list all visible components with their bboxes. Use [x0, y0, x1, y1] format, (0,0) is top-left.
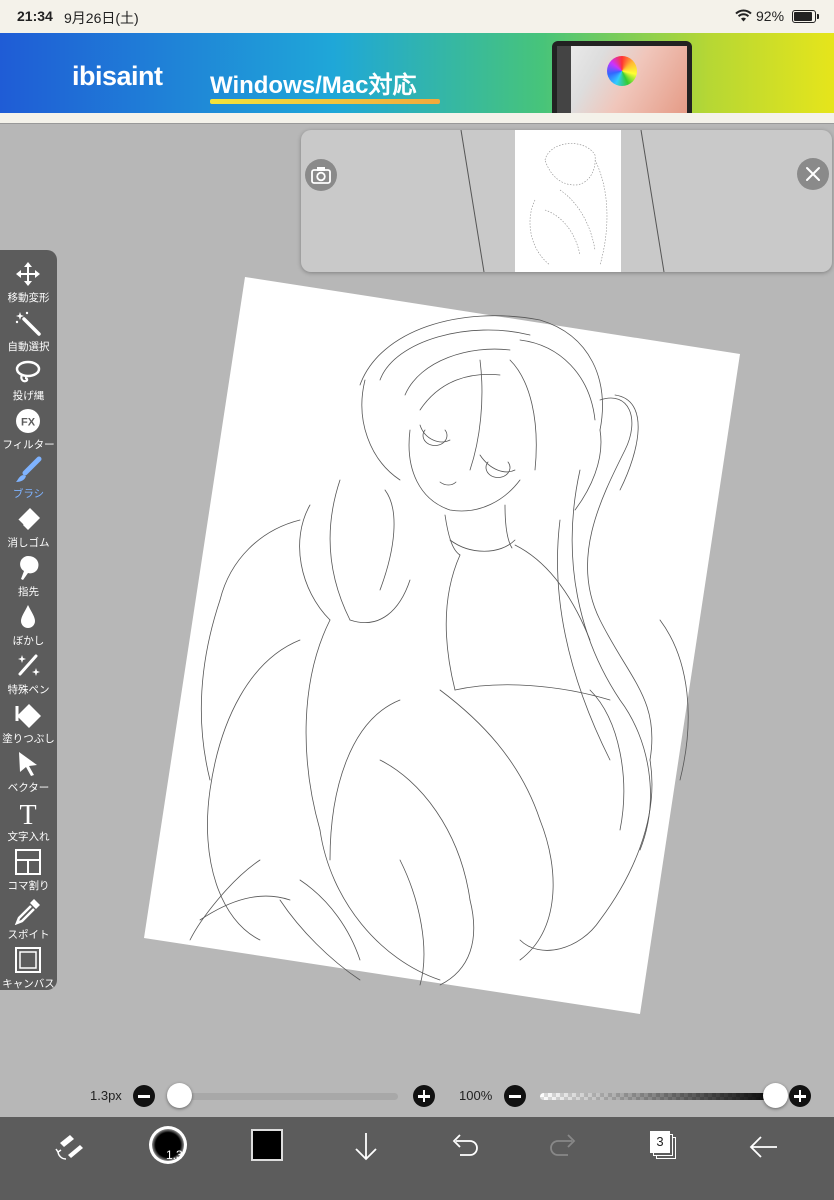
reference-camera-button[interactable]	[305, 159, 337, 191]
layer-count: 3	[650, 1131, 670, 1153]
back-arrow-icon[interactable]	[745, 1129, 781, 1165]
text-icon: T	[19, 800, 36, 827]
brush-size-decrease-button[interactable]	[133, 1085, 155, 1107]
tool-label: 特殊ペン	[7, 684, 50, 696]
redo-icon[interactable]	[546, 1129, 582, 1165]
tool-label: フィルター	[2, 439, 55, 451]
finger-icon	[20, 556, 39, 580]
tool-blur[interactable]: ぼかし	[0, 601, 57, 650]
bottom-toolbar: 1.3 3	[0, 1117, 834, 1200]
opacity-slider[interactable]	[540, 1093, 780, 1100]
brush-size-slider-knob[interactable]	[167, 1083, 192, 1108]
brush-icon	[16, 456, 42, 482]
tool-label: 塗りつぶし	[2, 733, 55, 745]
tool-magic-wand[interactable]: 自動選択	[0, 307, 57, 356]
camera-icon	[311, 167, 331, 184]
tool-label: 投げ縄	[12, 390, 45, 402]
move-arrows-icon	[16, 262, 40, 286]
close-icon	[806, 167, 820, 181]
tool-brush[interactable]: ブラシ	[0, 454, 57, 503]
tool-move[interactable]: 移動変形	[0, 258, 57, 307]
tool-label: ベクター	[7, 782, 50, 794]
eyedropper-icon	[14, 899, 40, 925]
reference-close-button[interactable]	[797, 158, 829, 190]
tool-eyedropper[interactable]: スポイト	[0, 895, 57, 944]
magic-wand-icon	[15, 311, 41, 336]
undo-icon[interactable]	[446, 1129, 482, 1165]
slider-row: 1.3px 100%	[0, 1078, 834, 1114]
tool-eraser[interactable]: 消しゴム	[0, 503, 57, 552]
canvas-icon	[15, 947, 41, 973]
eraser-icon	[17, 508, 40, 530]
tool-fill[interactable]: 塗りつぶし	[0, 699, 57, 748]
frame-icon	[15, 849, 41, 875]
brush-size-slider[interactable]	[175, 1093, 398, 1100]
lasso-icon	[15, 360, 41, 383]
layers-button[interactable]: 3	[648, 1129, 682, 1163]
tool-special-pen[interactable]: 特殊ペン	[0, 650, 57, 699]
sparkle-pen-icon	[18, 654, 40, 676]
svg-text:T: T	[19, 800, 36, 827]
brush-preview-button[interactable]: 1.3	[149, 1126, 187, 1164]
tool-label: ブラシ	[12, 488, 45, 500]
tool-canvas[interactable]: キャンバス	[0, 944, 57, 993]
opacity-value: 100%	[459, 1088, 493, 1103]
tool-frame[interactable]: コマ割り	[0, 846, 57, 895]
color-swatch-button[interactable]	[251, 1129, 283, 1161]
reference-window[interactable]	[301, 130, 832, 272]
tool-label: 移動変形	[7, 292, 50, 304]
opacity-slider-knob[interactable]	[763, 1083, 788, 1108]
tool-smudge[interactable]: 指先	[0, 552, 57, 601]
tool-label: 文字入れ	[7, 831, 50, 843]
svg-text:FX: FX	[21, 417, 36, 429]
reference-thumbnail	[515, 130, 621, 272]
opacity-increase-button[interactable]	[789, 1085, 811, 1107]
tool-lasso[interactable]: 投げ縄	[0, 356, 57, 405]
brush-size-badge: 1.3	[166, 1148, 183, 1162]
tool-label: スポイト	[7, 929, 50, 941]
tool-label: 消しゴム	[7, 537, 50, 549]
tool-text[interactable]: T 文字入れ	[0, 797, 57, 846]
brush-size-value: 1.3px	[90, 1088, 122, 1103]
cursor-icon	[19, 752, 37, 776]
tool-sidebar: 移動変形 自動選択 投げ縄 FX フィルター ブラシ 消しゴム 指先 ぼかし 特…	[0, 250, 57, 990]
down-arrow-icon[interactable]	[348, 1129, 384, 1165]
tool-label: キャンバス	[2, 978, 55, 990]
swap-tools-icon[interactable]	[52, 1129, 88, 1165]
tool-vector[interactable]: ベクター	[0, 748, 57, 797]
tool-label: コマ割り	[7, 880, 50, 892]
tool-label: 指先	[18, 586, 39, 598]
fx-icon: FX	[16, 409, 40, 433]
opacity-decrease-button[interactable]	[504, 1085, 526, 1107]
tool-filter[interactable]: FX フィルター	[0, 405, 57, 454]
bucket-icon	[15, 704, 41, 728]
tool-label: ぼかし	[12, 635, 45, 647]
brush-size-increase-button[interactable]	[413, 1085, 435, 1107]
tool-label: 自動選択	[7, 341, 50, 353]
drop-icon	[21, 605, 35, 628]
